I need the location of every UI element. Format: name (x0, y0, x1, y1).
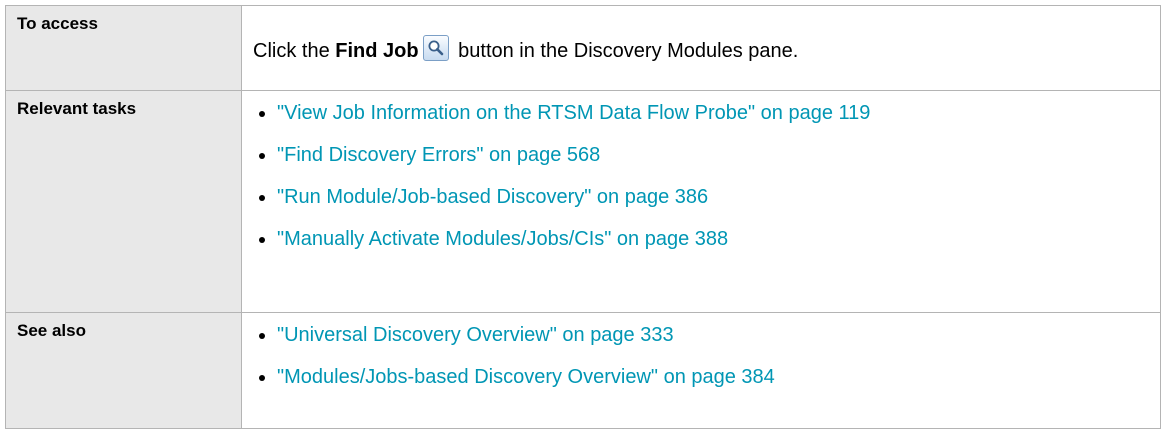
link-title[interactable]: "View Job Information on the RTSM Data F… (277, 102, 755, 124)
bullet-icon (259, 237, 265, 243)
bullet-icon (259, 111, 265, 117)
link-title[interactable]: "Modules/Jobs-based Discovery Overview" (277, 366, 658, 388)
task-link-find-discovery-errors[interactable]: "Find Discovery Errors" on page 568 (257, 143, 1160, 185)
relevant-tasks-content: "View Job Information on the RTSM Data F… (241, 90, 1161, 313)
page-reference[interactable]: on page 384 (658, 366, 775, 388)
access-instructions: Click the Find Job button in the Discove… (242, 6, 1160, 64)
magnifier-icon (428, 40, 443, 56)
relevant-tasks-label: Relevant tasks (5, 90, 242, 313)
see-also-link-modules-jobs-overview[interactable]: "Modules/Jobs-based Discovery Overview" … (257, 365, 1160, 407)
page-reference[interactable]: on page 568 (483, 144, 600, 166)
bullet-icon (259, 195, 265, 201)
find-job-label: Find Job (335, 40, 419, 62)
to-access-label: To access (5, 5, 242, 91)
page-reference[interactable]: on page 386 (591, 186, 708, 208)
relevant-tasks-list: "View Job Information on the RTSM Data F… (242, 91, 1160, 269)
see-also-list: "Universal Discovery Overview" on page 3… (242, 313, 1160, 407)
link-title[interactable]: "Run Module/Job-based Discovery" (277, 186, 591, 208)
access-text-before: Click the (253, 40, 336, 62)
task-link-view-job-information[interactable]: "View Job Information on the RTSM Data F… (257, 101, 1160, 143)
access-text-after: button in the Discovery Modules pane. (452, 40, 799, 62)
info-table: To access Click the Find Job button in t… (5, 5, 1161, 429)
page-reference[interactable]: on page 333 (557, 324, 673, 346)
row-see-also: See also "Universal Discovery Overview" … (5, 312, 1161, 429)
row-to-access: To access Click the Find Job button in t… (5, 5, 1161, 91)
see-also-link-universal-discovery-overview[interactable]: "Universal Discovery Overview" on page 3… (257, 323, 1160, 365)
link-title[interactable]: "Universal Discovery Overview" (277, 324, 557, 346)
bullet-icon (259, 375, 265, 381)
to-access-content: Click the Find Job button in the Discove… (241, 5, 1161, 91)
page-reference[interactable]: on page 119 (755, 102, 871, 124)
task-link-manually-activate[interactable]: "Manually Activate Modules/Jobs/CIs" on … (257, 227, 1160, 269)
link-title[interactable]: "Manually Activate Modules/Jobs/CIs" (277, 228, 611, 250)
task-link-run-module-job-based-discovery[interactable]: "Run Module/Job-based Discovery" on page… (257, 185, 1160, 227)
bullet-icon (259, 333, 265, 339)
link-title[interactable]: "Find Discovery Errors" (277, 144, 483, 166)
see-also-label: See also (5, 312, 242, 429)
find-job-button-icon (422, 35, 449, 61)
row-relevant-tasks: Relevant tasks "View Job Information on … (5, 90, 1161, 313)
bullet-icon (259, 153, 265, 159)
see-also-content: "Universal Discovery Overview" on page 3… (241, 312, 1161, 429)
page-reference[interactable]: on page 388 (611, 228, 728, 250)
